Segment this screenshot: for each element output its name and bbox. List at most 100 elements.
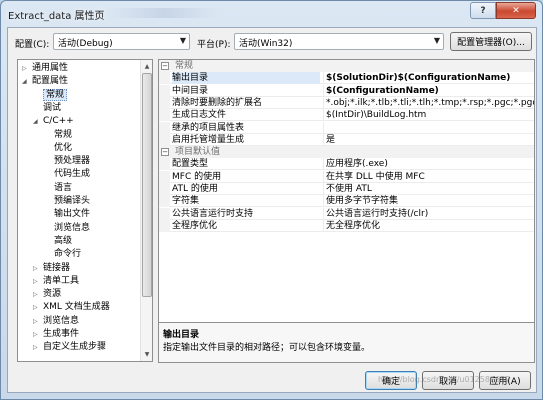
tree-item[interactable]: 预编译头	[44, 195, 90, 208]
scrollbar-thumb[interactable]	[142, 73, 152, 297]
config-manager-button[interactable]: 配置管理器(O)...	[450, 32, 532, 51]
expand-icon[interactable]: ▷	[33, 341, 43, 354]
property-grid[interactable]: − 常规 输出目录 $(SolutionDir)$(ConfigurationName…	[158, 59, 535, 346]
tree-item[interactable]: ▷ XML 文档生成器	[33, 301, 110, 314]
property-value[interactable]: 在共享 DLL 中使用 MFC	[323, 170, 534, 183]
property-name: 全程序优化	[172, 220, 218, 231]
row-gutter	[159, 84, 170, 97]
property-value[interactable]: 公共语言运行时支持(/clr)	[323, 207, 534, 220]
tree-item[interactable]: ▷ 链接器	[33, 262, 70, 275]
tree-item-label: 链接器	[43, 262, 71, 273]
expand-icon[interactable]: ▷	[22, 62, 32, 75]
tree-item-label: 通用属性	[32, 63, 69, 73]
expand-icon[interactable]: ▷	[33, 275, 43, 288]
row-gutter	[159, 133, 170, 146]
tree-item[interactable]: 预处理器	[44, 155, 90, 168]
grid-category-title: 项目默认值	[175, 147, 221, 158]
property-row[interactable]: 全程序优化 无全程序优化	[159, 219, 534, 232]
tree-item[interactable]: ▷ 生成事件	[33, 328, 79, 341]
tree-item[interactable]: 浏览信息	[44, 222, 90, 235]
property-row[interactable]: 清除时要删除的扩展名 *.obj;*.ilk;*.tlb;*.tli;*.tlh;…	[159, 96, 534, 109]
property-value[interactable]: 应用程序(.exe)	[323, 158, 534, 171]
property-row[interactable]: 继承的项目属性表	[159, 121, 534, 134]
collapse-icon[interactable]: ◢	[22, 75, 32, 88]
tree-item[interactable]: ▷ 清单工具	[33, 275, 79, 288]
platform-select[interactable]: 活动(Win32) ▼	[234, 33, 444, 50]
property-row[interactable]: 配置类型 应用程序(.exe)	[159, 158, 534, 171]
property-value[interactable]: 是	[323, 133, 534, 146]
property-row[interactable]: 中间目录 $(ConfigurationName)	[159, 84, 534, 97]
tree-item[interactable]: ▷ 自定义生成步骤	[33, 341, 106, 354]
property-value[interactable]	[323, 121, 534, 134]
property-row[interactable]: 公共语言运行时支持 公共语言运行时支持(/clr)	[159, 207, 534, 220]
tree-item[interactable]: 命令行	[44, 248, 81, 261]
property-value[interactable]: $(ConfigurationName)	[323, 84, 534, 97]
row-gutter	[159, 96, 170, 109]
expand-icon[interactable]: ▷	[33, 262, 43, 275]
settings-tree[interactable]: ▲ ▼ ▷ 通用属性 ◢ 配置属性 常规 调试 ◢ C/C++ 常规 优化 预处理器 代码生成 语言 预编…	[17, 59, 153, 362]
tree-item[interactable]: ▷ 通用属性	[22, 62, 68, 75]
property-name: 生成日志文件	[172, 110, 227, 121]
property-row[interactable]: ATL 的使用 不使用 ATL	[159, 183, 534, 195]
property-value[interactable]: 无全程序优化	[323, 219, 534, 232]
tree-item[interactable]: ▷ 浏览信息	[33, 315, 79, 328]
grid-category[interactable]: − 常规	[159, 60, 534, 72]
close-icon: ✕	[512, 5, 520, 16]
help-button[interactable]: ?	[470, 2, 496, 19]
property-row[interactable]: 生成日志文件 $(IntDir)\BuildLog.htm	[159, 109, 534, 122]
property-row[interactable]: MFC 的使用 在共享 DLL 中使用 MFC	[159, 170, 534, 183]
tree-item[interactable]: ▷ 资源	[33, 288, 61, 301]
tree-item[interactable]: 常规	[44, 129, 72, 142]
row-gutter	[159, 121, 170, 134]
property-name: 输出目录	[172, 72, 320, 85]
tree-item[interactable]: 调试	[33, 102, 61, 115]
collapse-icon[interactable]: −	[161, 62, 169, 70]
tree-item[interactable]: 输出文件	[44, 208, 90, 221]
property-value[interactable]: $(IntDir)\BuildLog.htm	[323, 109, 534, 122]
property-value[interactable]: 不使用 ATL	[323, 183, 534, 195]
tree-item[interactable]: ◢ 配置属性	[22, 75, 68, 88]
chevron-down-icon: ▼	[433, 36, 440, 45]
scroll-down-icon[interactable]: ▼	[142, 349, 152, 360]
tree-item[interactable]: 语言	[44, 182, 72, 195]
property-name: 清除时要删除的扩展名	[172, 97, 263, 108]
expand-icon[interactable]: ▷	[33, 301, 43, 314]
property-row[interactable]: 字符集 使用多字节字符集	[159, 195, 534, 208]
tree-item[interactable]: 代码生成	[44, 168, 90, 181]
description-text: 指定输出文件目录的相对路径；可以包含环境变量。	[163, 343, 371, 353]
property-value[interactable]: 使用多字节字符集	[323, 195, 534, 208]
row-gutter	[159, 219, 170, 232]
tree-item-label: 常规	[54, 129, 73, 140]
tree-item-label: XML 文档生成器	[43, 302, 110, 313]
expand-icon[interactable]: ▷	[33, 315, 43, 328]
grid-category[interactable]: − 项目默认值	[159, 146, 534, 159]
expand-icon[interactable]: ▷	[33, 288, 43, 301]
config-select-value: 活动(Debug)	[58, 39, 113, 49]
collapse-icon[interactable]: −	[161, 148, 169, 157]
property-name: MFC 的使用	[172, 171, 222, 182]
property-value[interactable]: $(SolutionDir)$(ConfigurationName)	[323, 72, 534, 85]
tree-item[interactable]: 优化	[44, 142, 72, 155]
title-blur-region	[109, 8, 219, 18]
property-row[interactable]: 启用托管增量生成 是	[159, 133, 534, 146]
config-select[interactable]: 活动(Debug) ▼	[53, 33, 190, 50]
scroll-up-icon[interactable]: ▲	[142, 61, 152, 72]
tree-item-label: 语言	[54, 182, 73, 193]
property-row[interactable]: 输出目录 $(SolutionDir)$(ConfigurationName)	[159, 72, 534, 85]
property-value[interactable]: *.obj;*.ilk;*.tlb;*.tli;*.tlh;*.tmp;*.rs…	[323, 96, 534, 109]
platform-select-value: 活动(Win32)	[239, 39, 293, 49]
close-button[interactable]: ✕	[496, 2, 536, 19]
config-label: 配置(C):	[15, 40, 50, 50]
property-name: 启用托管增量生成	[172, 134, 245, 145]
tree-item-label: 预处理器	[54, 156, 91, 167]
description-title: 输出目录	[163, 330, 200, 340]
title-bar[interactable]: Extract_data 属性页 ? ✕	[1, 1, 542, 27]
tree-item[interactable]: ◢ C/C++	[33, 115, 74, 128]
description-panel: 输出目录 指定输出文件目录的相对路径；可以包含环境变量。	[158, 322, 535, 363]
expand-icon[interactable]: ▷	[33, 328, 43, 341]
tree-item[interactable]: 常规	[33, 88, 68, 102]
collapse-icon[interactable]: ◢	[33, 115, 43, 128]
tree-scrollbar[interactable]: ▲ ▼	[140, 60, 152, 361]
tree-item[interactable]: 高级	[44, 235, 72, 248]
row-gutter	[159, 72, 170, 85]
